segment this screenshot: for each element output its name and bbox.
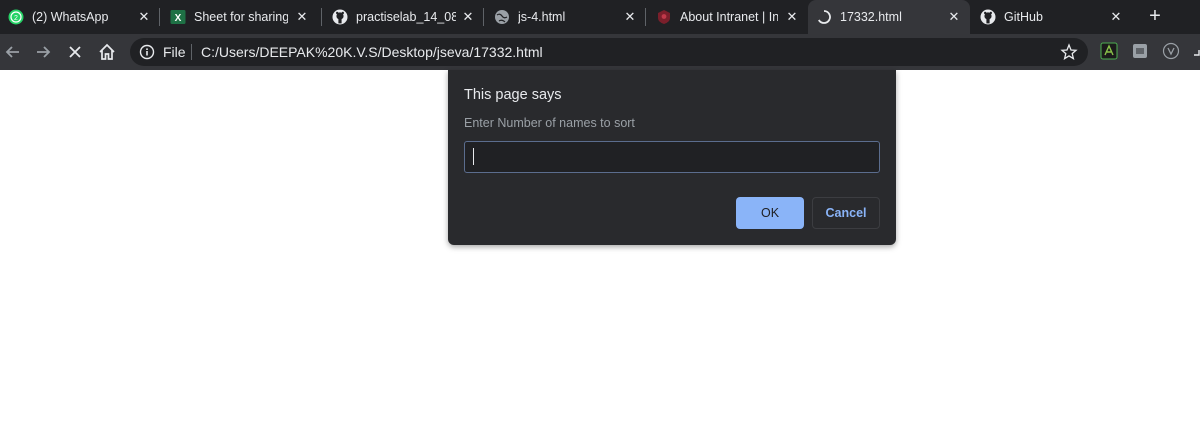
tab-title: 17332.html bbox=[840, 10, 902, 24]
tab-github[interactable]: GitHub ✕ bbox=[972, 0, 1132, 34]
close-tab-icon[interactable]: ✕ bbox=[1108, 9, 1124, 25]
home-button[interactable] bbox=[96, 41, 118, 63]
close-tab-icon[interactable]: ✕ bbox=[294, 9, 310, 25]
tab-whatsapp[interactable]: 2 (2) WhatsApp ✕ bbox=[0, 0, 160, 34]
globe-icon bbox=[494, 9, 510, 25]
info-icon[interactable] bbox=[139, 44, 155, 60]
back-button[interactable] bbox=[2, 41, 24, 63]
browser-toolbar: File C:/Users/DEEPAK%20K.V.S/Desktop/jse… bbox=[0, 34, 1200, 70]
tab-separator bbox=[321, 8, 322, 26]
ok-button[interactable]: OK bbox=[736, 197, 804, 229]
svg-text:2: 2 bbox=[14, 15, 18, 22]
extension-icon[interactable] bbox=[1100, 42, 1118, 60]
bookmark-star-icon[interactable] bbox=[1060, 43, 1078, 61]
tab-title: (2) WhatsApp bbox=[32, 10, 109, 24]
loading-spinner-icon bbox=[816, 9, 832, 25]
tab-strip: 2 (2) WhatsApp ✕ X Sheet for sharing c ✕… bbox=[0, 0, 1200, 34]
tab-separator bbox=[645, 8, 646, 26]
tab-title: GitHub bbox=[1004, 10, 1043, 24]
stop-loading-button[interactable] bbox=[64, 41, 86, 63]
close-tab-icon[interactable]: ✕ bbox=[460, 9, 476, 25]
address-bar[interactable]: File C:/Users/DEEPAK%20K.V.S/Desktop/jse… bbox=[130, 38, 1088, 66]
tab-17332[interactable]: 17332.html ✕ bbox=[808, 0, 970, 34]
tab-title: js-4.html bbox=[518, 10, 566, 24]
text-caret bbox=[473, 148, 474, 165]
tab-title: About Intranet | In bbox=[680, 10, 778, 24]
menu-partial-icon[interactable] bbox=[1193, 42, 1200, 60]
tab-title: Sheet for sharing c bbox=[194, 10, 288, 24]
address-divider bbox=[191, 44, 192, 60]
intranet-icon bbox=[656, 9, 672, 25]
tab-practiselab[interactable]: practiselab_14_08_ ✕ bbox=[324, 0, 484, 34]
url-text[interactable]: C:/Users/DEEPAK%20K.V.S/Desktop/jseva/17… bbox=[201, 45, 543, 60]
dialog-message: Enter Number of names to sort bbox=[464, 116, 635, 130]
close-tab-icon[interactable]: ✕ bbox=[946, 9, 962, 25]
whatsapp-icon: 2 bbox=[8, 9, 24, 25]
forward-arrow-icon bbox=[37, 46, 51, 58]
tab-separator bbox=[159, 8, 160, 26]
tab-title: practiselab_14_08_ bbox=[356, 10, 456, 24]
github-icon bbox=[332, 9, 348, 25]
url-scheme-label: File bbox=[163, 44, 186, 60]
tab-js4[interactable]: js-4.html ✕ bbox=[486, 0, 646, 34]
cancel-button[interactable]: Cancel bbox=[812, 197, 880, 229]
dialog-title: This page says bbox=[464, 87, 562, 103]
stop-x-icon bbox=[69, 46, 81, 58]
tab-sheet[interactable]: X Sheet for sharing c ✕ bbox=[162, 0, 322, 34]
prompt-dialog: This page says Enter Number of names to … bbox=[448, 70, 896, 245]
tab-intranet[interactable]: About Intranet | In ✕ bbox=[648, 0, 808, 34]
extension-v-icon[interactable] bbox=[1162, 42, 1180, 60]
forward-button[interactable] bbox=[32, 41, 54, 63]
github-icon bbox=[980, 9, 996, 25]
home-icon bbox=[99, 43, 115, 60]
extension-box-icon[interactable] bbox=[1131, 42, 1149, 60]
excel-icon: X bbox=[170, 9, 186, 25]
close-tab-icon[interactable]: ✕ bbox=[784, 9, 800, 25]
new-tab-button[interactable]: + bbox=[1144, 5, 1166, 27]
back-arrow-icon bbox=[5, 46, 19, 58]
tab-separator bbox=[483, 8, 484, 26]
close-tab-icon[interactable]: ✕ bbox=[622, 9, 638, 25]
close-tab-icon[interactable]: ✕ bbox=[136, 9, 152, 25]
svg-text:X: X bbox=[175, 13, 182, 24]
prompt-input[interactable] bbox=[464, 141, 880, 173]
